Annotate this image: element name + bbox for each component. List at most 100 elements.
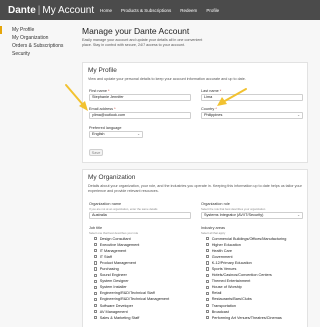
industry-area-option-label: Restaurants/Bars/Clubs [211, 297, 252, 302]
org-role-value: Systems Integrator (AV/IT/Security) [204, 212, 264, 217]
organization-heading: My Organization [88, 174, 136, 181]
checkbox[interactable] [206, 297, 210, 302]
job-title-option-label: IT Management [99, 248, 127, 253]
job-title-option-label: System Designer [99, 279, 129, 284]
industry-area-option-label: Health Care [211, 248, 232, 253]
org-name-field: Organization name If you are not at an o… [89, 202, 191, 219]
checkbox[interactable] [206, 255, 210, 259]
checkbox[interactable] [206, 267, 210, 271]
checkbox[interactable] [206, 273, 210, 277]
industry-area-option[interactable]: Performing Art Venues/Theatres/Cinemas [206, 315, 307, 321]
checkbox[interactable] [94, 236, 98, 241]
organization-description: Details about your organization, your ro… [88, 184, 302, 193]
checkbox[interactable] [206, 310, 210, 314]
required-marker: * [106, 89, 110, 93]
job-title-option-label: System Installer [99, 285, 127, 290]
industry-area-option-label: Themed Entertainment [211, 279, 251, 284]
job-title-label: Job title [89, 226, 103, 230]
checkbox[interactable] [94, 310, 98, 314]
dante-logo: Dante [8, 4, 36, 16]
checkbox[interactable] [94, 285, 98, 289]
checkbox[interactable] [94, 249, 98, 253]
job-title-option-label: Sales & Marketing Staff [99, 315, 140, 320]
profile-panel: My Profile View and update your personal… [82, 62, 308, 163]
save-button[interactable]: Save [89, 149, 103, 156]
sidebar-item-security[interactable]: Security [0, 50, 78, 58]
email-input[interactable]: ylima@outlook.com [89, 112, 191, 119]
industry-area-option-label: Transportation [211, 303, 237, 308]
country-label: Country [201, 107, 215, 111]
job-title-option-label: Engineering/R&D/Technical Management [99, 297, 170, 302]
checkbox[interactable] [94, 297, 98, 302]
industry-area-option-label: Commercial Buildings/Offices/Manufacturi… [211, 236, 287, 241]
checkbox[interactable] [94, 267, 98, 271]
language-field: Preferred language English ⌄ [89, 126, 143, 138]
page-description: Easily manage your account and update yo… [82, 38, 203, 47]
industry-areas-list: Industry areas Select all that apply Com… [201, 226, 307, 321]
checkbox[interactable] [94, 243, 98, 247]
chevron-down-icon: ⌄ [137, 132, 140, 136]
language-select[interactable]: English ⌄ [89, 131, 143, 138]
first-name-label: First name [89, 89, 107, 93]
checkbox[interactable] [94, 255, 98, 259]
org-name-hint: If you are not at an organization, enter… [89, 206, 158, 211]
chevron-down-icon: ⌄ [297, 113, 300, 117]
org-role-hint: Select the role that best describes your… [201, 206, 266, 211]
checkbox[interactable] [206, 285, 210, 289]
nav-profile[interactable]: Profile [206, 8, 219, 13]
job-title-option-label: Executive Management [99, 242, 140, 247]
industry-area-option-label: Sports Venues [211, 267, 237, 272]
country-value: Philippines [204, 113, 223, 117]
job-title-option-label: Design Consultant [99, 236, 131, 241]
job-title-option-label: Product Management [99, 260, 136, 265]
checkbox[interactable] [94, 303, 98, 308]
page-title: Manage your Dante Account [82, 26, 190, 36]
country-select[interactable]: Philippines ⌄ [201, 112, 303, 119]
sidebar-item-orders-subscriptions[interactable]: Orders & Subscriptions [0, 42, 78, 50]
nav-home[interactable]: Home [100, 8, 112, 13]
job-title-option-label: IT Staff [99, 254, 112, 259]
nav-products-subscriptions[interactable]: Products & Subscriptions [121, 8, 171, 13]
sidebar-item-my-organization[interactable]: My Organization [0, 34, 78, 42]
industry-area-option-label: Retail [211, 291, 222, 296]
industry-area-option-label: Higher Education [211, 242, 241, 247]
brand-subtitle: My Account [42, 4, 95, 16]
annotation-arrow-last-name [217, 88, 247, 106]
org-name-input[interactable]: Australia [89, 211, 191, 219]
email-label: Email address [89, 107, 114, 111]
checkbox[interactable] [206, 291, 210, 295]
industry-area-option-label: Hotels/Casinos/Convention Centers [211, 273, 272, 278]
job-title-option[interactable]: Sales & Marketing Staff [94, 315, 191, 321]
checkbox[interactable] [94, 316, 98, 320]
checkbox[interactable] [206, 243, 210, 247]
checkbox[interactable] [206, 236, 210, 241]
job-title-list: Job title Select one that best describes… [89, 226, 191, 321]
first-name-input[interactable]: Stephanie Jennifer [89, 94, 191, 101]
org-role-field: Organization role Select the role that b… [201, 202, 303, 219]
checkbox[interactable] [206, 316, 210, 320]
checkbox[interactable] [94, 279, 98, 283]
country-field: Country * Philippines ⌄ [201, 107, 303, 119]
job-title-option-label: Engineering/R&D/Technical Staff [99, 291, 155, 296]
profile-description: View and update your personal details to… [88, 77, 246, 81]
organization-panel: My Organization Details about your organ… [82, 169, 308, 327]
org-role-select[interactable]: Systems Integrator (AV/IT/Security) ⌄ [201, 211, 303, 219]
checkbox[interactable] [206, 279, 210, 283]
checkbox[interactable] [206, 249, 210, 253]
industry-area-option-label: Broadcast [211, 309, 229, 314]
checkbox[interactable] [206, 261, 210, 265]
org-name-label: Organization name [89, 202, 122, 206]
checkbox[interactable] [206, 303, 210, 308]
main-header: Manage your Dante Account Easily manage … [82, 26, 318, 48]
brand-separator: | [37, 4, 41, 16]
industry-areas-hint: Select all that apply [201, 230, 226, 235]
checkbox[interactable] [94, 261, 98, 265]
checkbox[interactable] [94, 273, 98, 277]
checkbox[interactable] [94, 291, 98, 295]
nav-redeem[interactable]: Redeem [180, 8, 197, 13]
sidebar-item-my-profile[interactable]: My Profile [0, 26, 78, 34]
job-title-option-label: Purchasing [99, 267, 119, 272]
industry-area-option-label: K-12/Primary Education [211, 260, 252, 265]
brand-logo[interactable]: Dante | My Account [0, 5, 100, 16]
annotation-arrow-first-name [65, 84, 88, 111]
